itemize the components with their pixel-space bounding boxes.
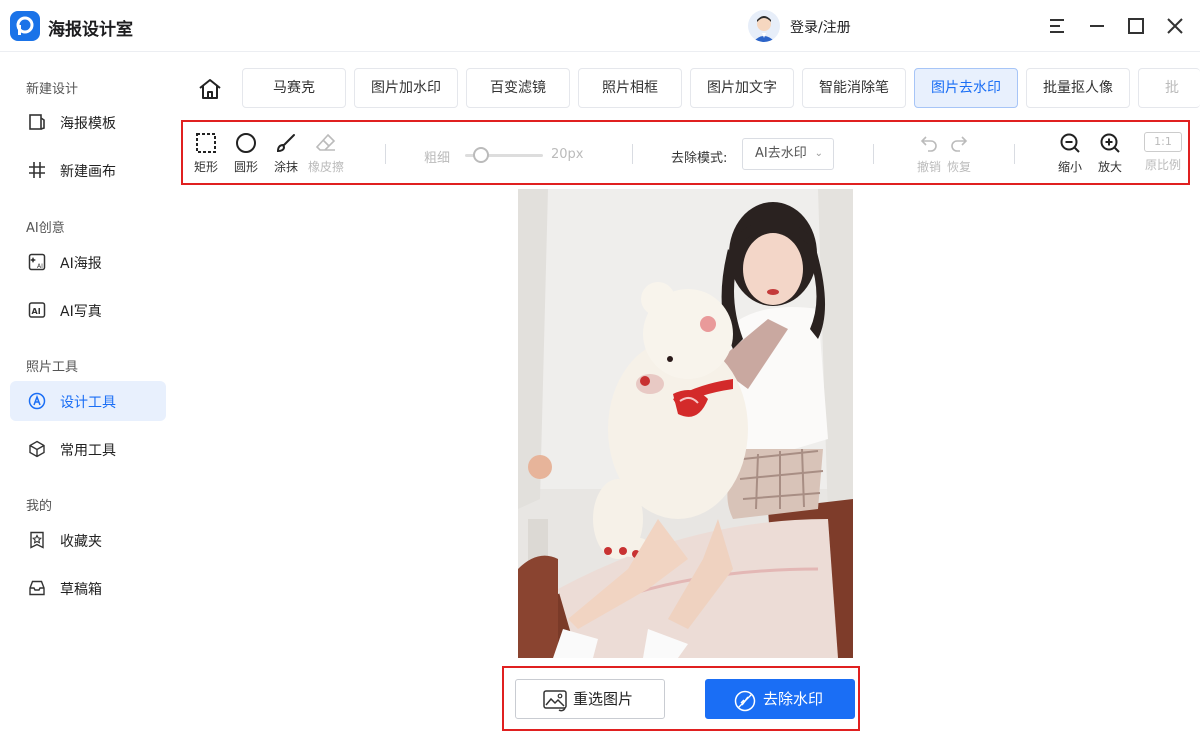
menu-icon[interactable] (1045, 14, 1069, 38)
removal-mode-label: 去除模式: (671, 151, 728, 166)
section-title: 我的 (26, 499, 53, 514)
rectangle-tool[interactable]: 矩形 (186, 132, 226, 175)
sidebar-item-favorites[interactable]: 收藏夹 (10, 520, 166, 560)
sidebar-item-new-canvas[interactable]: 新建画布 (10, 150, 166, 190)
zoom-out-button[interactable]: 缩小 (1050, 132, 1090, 175)
sidebar-item-label: 草稿箱 (60, 582, 102, 598)
zoom-in-icon (1100, 133, 1120, 153)
chevron-down-icon: ⌄ (814, 148, 823, 159)
divider (873, 144, 874, 164)
tab-photo-frame[interactable]: 照片相框 (578, 68, 682, 108)
removal-mode-value: AI去水印 (755, 146, 807, 161)
app-title: 海报设计室 (48, 20, 133, 40)
brush-tool[interactable]: 涂抹 (266, 132, 306, 175)
close-icon[interactable] (1163, 14, 1187, 38)
circle-tool[interactable]: 圆形 (226, 132, 266, 175)
sidebar-item-drafts[interactable]: 草稿箱 (10, 568, 166, 608)
zoom-out-label: 缩小 (1057, 160, 1082, 174)
minimize-icon[interactable] (1085, 14, 1109, 38)
rectangle-select-icon (196, 133, 216, 153)
ai-portrait-icon: AI (28, 301, 46, 319)
thickness-slider-handle[interactable] (473, 147, 489, 163)
title-bar: 海报设计室 登录/注册 (0, 0, 1200, 52)
sidebar-item-label: 新建画布 (60, 164, 116, 180)
photo-canvas[interactable] (518, 189, 853, 658)
redo-label: 恢复 (946, 160, 971, 174)
tab-filters[interactable]: 百变滤镜 (466, 68, 570, 108)
photo-image (518, 189, 853, 658)
sidebar-item-design-tools[interactable]: 设计工具 (10, 381, 166, 421)
eraser-icon (315, 133, 336, 151)
eraser-tool[interactable]: 橡皮擦 (306, 132, 346, 175)
sidebar-item-poster-template[interactable]: 海报模板 (10, 102, 166, 142)
tab-batch-cutout[interactable]: 批量抠人像 (1026, 68, 1130, 108)
zoom-in-label: 放大 (1097, 160, 1122, 174)
image-refresh-icon (543, 688, 567, 712)
login-register-link[interactable]: 登录/注册 (790, 17, 851, 37)
section-title: 新建设计 (26, 82, 79, 97)
zoom-in-button[interactable]: 放大 (1090, 132, 1130, 175)
tab-remove-watermark[interactable]: 图片去水印 (914, 68, 1018, 108)
thickness-label: 粗细 (424, 151, 451, 166)
divider (385, 144, 386, 164)
remove-watermark-label: 去除水印 (763, 690, 824, 708)
circle-icon (236, 133, 256, 153)
sidebar-item-label: AI写真 (60, 304, 102, 320)
zoom-out-icon (1060, 133, 1080, 153)
divider (1014, 144, 1015, 164)
favorites-icon (28, 531, 46, 549)
undo-icon (920, 136, 937, 152)
tool-label: 圆形 (233, 160, 258, 174)
thickness-value: 20px (551, 147, 584, 162)
brush-icon (276, 134, 295, 153)
maximize-icon[interactable] (1124, 14, 1148, 38)
tab-mosaic[interactable]: 马赛克 (242, 68, 346, 108)
common-tools-icon (28, 440, 46, 458)
svg-text:AI: AI (37, 263, 43, 270)
tab-smart-eraser[interactable]: 智能消除笔 (802, 68, 906, 108)
tool-label: 橡皮擦 (307, 160, 344, 174)
remove-watermark-icon (733, 688, 757, 712)
tab-add-watermark[interactable]: 图片加水印 (354, 68, 458, 108)
sidebar-item-common-tools[interactable]: 常用工具 (10, 429, 166, 469)
section-title: 照片工具 (26, 360, 79, 375)
avatar[interactable] (748, 10, 780, 42)
design-tool-icon (28, 392, 46, 410)
tool-label: 矩形 (193, 160, 218, 174)
original-ratio-button[interactable]: 1:1 原比例 (1140, 132, 1186, 173)
svg-text:AI: AI (32, 307, 41, 316)
removal-mode-select[interactable]: AI去水印 ⌄ (742, 138, 834, 170)
sidebar-item-label: 海报模板 (60, 116, 116, 132)
reselect-image-button[interactable]: 重选图片 (515, 679, 665, 719)
redo-button[interactable]: 恢复 (939, 132, 979, 175)
sidebar: 新建设计 海报模板 新建画布 AI创意 AI AI海报 AI AI写真 照片工具… (0, 52, 178, 740)
reselect-image-label: 重选图片 (573, 690, 634, 708)
sidebar-item-label: AI海报 (60, 256, 102, 272)
sidebar-item-ai-poster[interactable]: AI AI海报 (10, 242, 166, 282)
divider (632, 144, 633, 164)
sidebar-item-label: 设计工具 (60, 395, 116, 411)
new-canvas-icon (28, 161, 46, 179)
app-logo-icon (10, 11, 40, 41)
drafts-icon (28, 579, 46, 597)
section-title: AI创意 (26, 221, 65, 236)
ratio-box: 1:1 (1144, 132, 1182, 152)
sidebar-item-label: 收藏夹 (60, 534, 102, 550)
sidebar-item-ai-portrait[interactable]: AI AI写真 (10, 290, 166, 330)
poster-template-icon (28, 113, 46, 131)
tool-label: 涂抹 (273, 160, 298, 174)
tab-add-text[interactable]: 图片加文字 (690, 68, 794, 108)
edit-toolbar: 矩形 圆形 涂抹 橡皮擦 粗细 20px 去除模式: AI去水印 ⌄ 撤销 恢复… (181, 120, 1190, 185)
tab-batch-more[interactable]: 批 (1138, 68, 1200, 108)
action-bar: 重选图片 去除水印 (502, 666, 860, 731)
original-ratio-label: 原比例 (1144, 158, 1181, 172)
sidebar-item-label: 常用工具 (60, 443, 116, 459)
home-icon[interactable] (197, 77, 223, 101)
ai-poster-icon: AI (28, 253, 46, 271)
remove-watermark-button[interactable]: 去除水印 (705, 679, 855, 719)
redo-icon (951, 136, 968, 152)
